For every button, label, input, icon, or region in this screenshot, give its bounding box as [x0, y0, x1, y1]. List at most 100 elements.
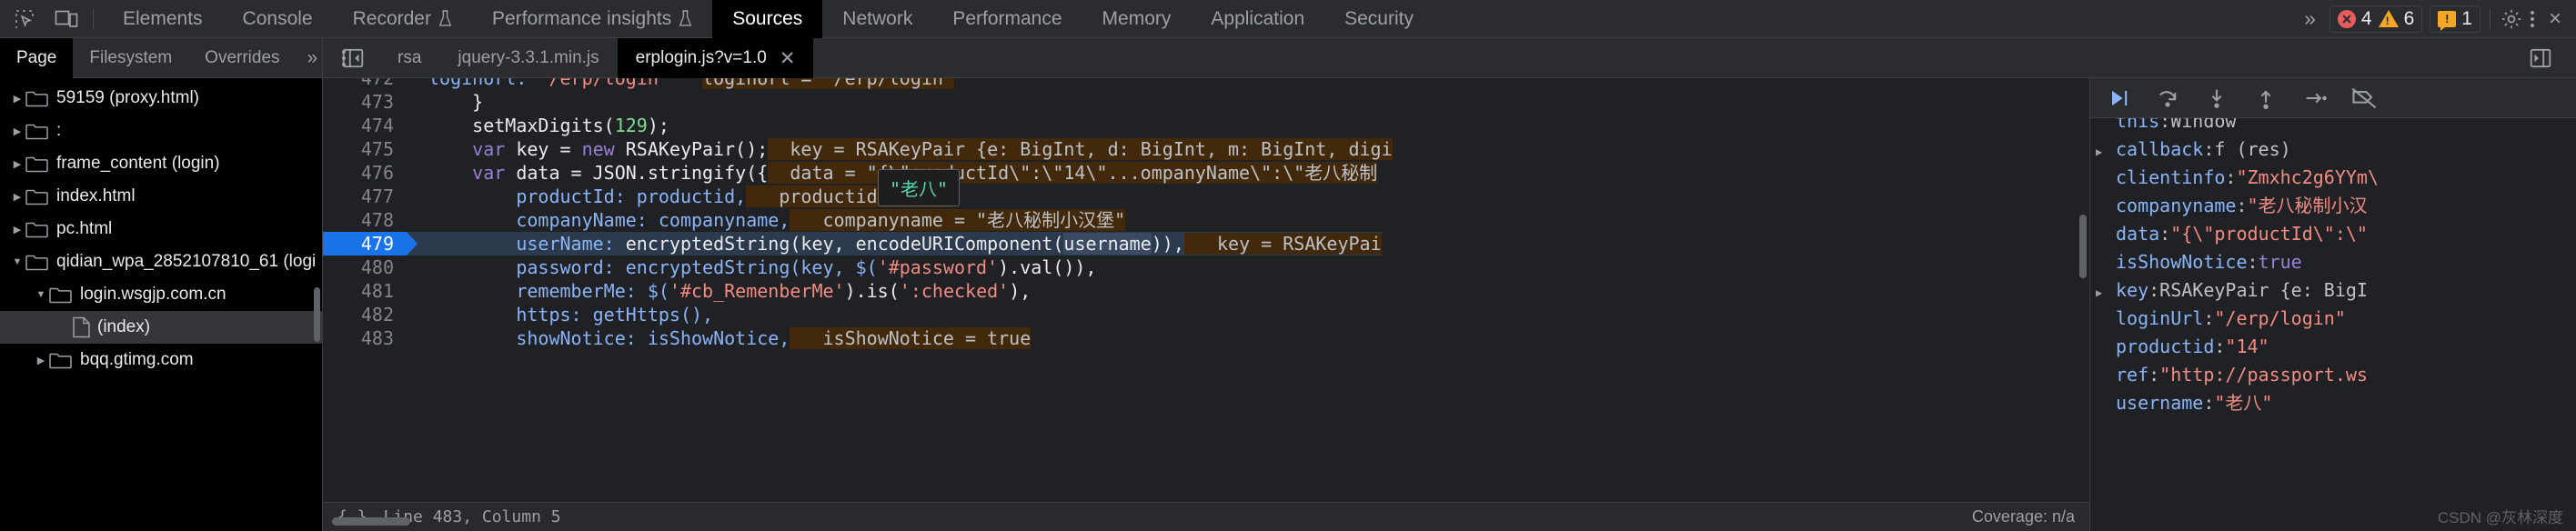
scope-row-data[interactable]: ▶data: "{\"productId\":\" — [2090, 220, 2576, 248]
close-icon[interactable]: × — [2541, 6, 2569, 32]
code-line-475[interactable]: 475 var key = new RSAKeyPair(); key = RS… — [323, 137, 2089, 161]
step-out-button[interactable] — [2241, 78, 2290, 118]
tree-item-0[interactable]: ▶ 59159 (proxy.html) — [0, 82, 322, 115]
line-number[interactable]: 482 — [323, 303, 407, 326]
chevron-right-icon[interactable]: ▶ — [9, 93, 25, 105]
editor-vertical-scrollbar[interactable] — [2079, 215, 2087, 278]
line-number[interactable]: 475 — [323, 137, 407, 161]
file-tab-erplogin[interactable]: erplogin.js?v=1.0 ✕ — [617, 38, 814, 78]
editor-horizontal-scrollbar[interactable] — [332, 517, 410, 526]
scope-row-key[interactable]: ▶ key: RSAKeyPair {e: BigI — [2090, 276, 2576, 305]
code-editor[interactable]: 472 loginUrl: "/erp/login" loginUrl = "/e… — [323, 78, 2089, 531]
line-number[interactable]: 472 — [323, 78, 407, 90]
chevron-down-icon[interactable]: ▼ — [9, 256, 25, 267]
collapse-sidebar-icon[interactable] — [323, 38, 379, 77]
step-button[interactable] — [2290, 78, 2340, 118]
scope-variables-list[interactable]: ▶this: Window▶callback: f (res)▶clientin… — [2090, 118, 2576, 531]
tab-console[interactable]: Console — [223, 0, 333, 38]
chevron-right-icon[interactable]: ▶ — [2096, 279, 2116, 307]
code-line-476[interactable]: 476 var data = JSON.stringify({ data = "… — [323, 161, 2089, 185]
code-line-479[interactable]: 479 userName: encryptedString(key, encod… — [323, 232, 2089, 255]
tree-item-5[interactable]: ▼ qidian_wpa_2852107810_61 (logi — [0, 245, 322, 278]
code-token: ), — [1009, 280, 1031, 302]
warning-badge[interactable]: 6 — [2378, 8, 2414, 30]
tab-elements[interactable]: Elements — [103, 0, 223, 38]
scope-row-username[interactable]: ▶username: "老八" — [2090, 389, 2576, 417]
error-warning-badges[interactable]: 4 6 — [2329, 5, 2423, 33]
device-toolbar-icon[interactable] — [55, 7, 78, 31]
line-number[interactable]: 483 — [323, 326, 407, 350]
code-line-481[interactable]: 481 rememberMe: $('#cb_RemenberMe').is('… — [323, 279, 2089, 303]
tab-sources[interactable]: Sources — [712, 0, 823, 38]
tree-item-1[interactable]: ▶: — [0, 115, 322, 147]
code-line-482[interactable]: 482 https: getHttps(), — [323, 303, 2089, 326]
line-number[interactable]: 479 — [323, 232, 418, 255]
step-into-button[interactable] — [2192, 78, 2241, 118]
tree-item-3[interactable]: ▶ index.html — [0, 180, 322, 213]
nav-more-tabs-icon[interactable]: » — [297, 38, 327, 78]
file-navigator-tree[interactable]: ▶ 59159 (proxy.html) ▶: ▶ frame_content (log… — [0, 78, 323, 531]
scope-row-loginUrl[interactable]: ▶loginUrl: "/erp/login" — [2090, 305, 2576, 333]
kebab-icon[interactable] — [2523, 10, 2541, 27]
code-line-474[interactable]: 474 setMaxDigits(129); — [323, 114, 2089, 137]
line-number[interactable]: 473 — [323, 90, 407, 114]
scope-row-isShowNotice[interactable]: ▶isShowNotice: true — [2090, 248, 2576, 276]
scope-row-companyname[interactable]: ▶companyname: "老八秘制小汉 — [2090, 192, 2576, 220]
code-lines[interactable]: 472 loginUrl: "/erp/login" loginUrl = "/e… — [323, 78, 2089, 502]
issues-badge[interactable]: ! 1 — [2438, 8, 2472, 31]
code-line-480[interactable]: 480 password: encryptedString(key, $('#p… — [323, 255, 2089, 279]
nav-tab-filesystem[interactable]: Filesystem — [73, 38, 188, 78]
tab-performance-insights[interactable]: Performance insights — [472, 0, 712, 38]
tab-memory[interactable]: Memory — [1082, 0, 1192, 38]
issues-badge-group[interactable]: ! 1 — [2430, 5, 2480, 33]
nav-tab-overrides[interactable]: Overrides — [188, 38, 296, 78]
chevron-right-icon[interactable]: ▶ — [9, 158, 25, 170]
chevron-right-icon[interactable]: ▶ — [2096, 138, 2116, 166]
navigator-scrollbar[interactable] — [314, 287, 320, 342]
line-number[interactable]: 476 — [323, 161, 407, 185]
scope-row-clientinfo[interactable]: ▶clientinfo: "Zmxhc2g6YYm\ — [2090, 164, 2576, 192]
file-tab-rsa[interactable]: rsa — [379, 38, 439, 78]
line-number[interactable]: 480 — [323, 255, 407, 279]
scope-row-productid[interactable]: ▶productid: "14" — [2090, 333, 2576, 361]
chevron-right-icon[interactable]: ▶ — [9, 191, 25, 203]
code-line-477[interactable]: 477 productId: productid, productid = "1… — [323, 185, 2089, 208]
line-number[interactable]: 474 — [323, 114, 407, 137]
scope-key: clientinfo — [2116, 166, 2226, 188]
code-line-483[interactable]: 483 showNotice: isShowNotice, isShowNoti… — [323, 326, 2089, 350]
show-navigator-icon[interactable] — [2511, 46, 2567, 70]
nav-tab-page[interactable]: Page — [0, 38, 74, 78]
line-number[interactable]: 478 — [323, 208, 407, 232]
deactivate-breakpoints-button[interactable] — [2340, 78, 2389, 118]
tree-item-2[interactable]: ▶ frame_content (login) — [0, 147, 322, 180]
line-number[interactable]: 481 — [323, 279, 407, 303]
step-over-button[interactable] — [2143, 78, 2192, 118]
scope-row-this[interactable]: ▶this: Window — [2090, 118, 2576, 135]
tree-item-4[interactable]: ▶ pc.html — [0, 213, 322, 245]
inspect-element-icon[interactable] — [13, 7, 36, 31]
tab-performance[interactable]: Performance — [932, 0, 1082, 38]
chevron-down-icon[interactable]: ▼ — [33, 289, 49, 300]
tree-item-6[interactable]: ▼ login.wsgjp.com.cn — [0, 278, 322, 311]
tab-application[interactable]: Application — [1191, 0, 1324, 38]
close-tab-icon[interactable]: ✕ — [780, 47, 796, 70]
file-tab-jquery[interactable]: jquery-3.3.1.min.js — [439, 38, 617, 78]
gear-icon[interactable] — [2500, 7, 2523, 31]
tab-recorder[interactable]: Recorder — [333, 0, 472, 38]
code-line-473[interactable]: 473 } — [323, 90, 2089, 114]
tree-item-8[interactable]: ▶ bqq.gtimg.com — [0, 344, 322, 376]
tab-network[interactable]: Network — [822, 0, 932, 38]
scope-row-callback[interactable]: ▶ callback: f (res) — [2090, 135, 2576, 164]
tree-item-7[interactable]: ▶(index) — [0, 311, 322, 344]
chevron-right-icon[interactable]: ▶ — [9, 125, 25, 137]
chevron-right-icon[interactable]: ▶ — [9, 224, 25, 235]
more-tabs-chevron-icon[interactable]: » — [2288, 6, 2329, 31]
resume-script-button[interactable] — [2094, 78, 2143, 118]
line-number[interactable]: 477 — [323, 185, 407, 208]
error-badge[interactable]: 4 — [2337, 8, 2372, 30]
code-line-472[interactable]: 472 loginUrl: "/erp/login" loginUrl = "/e… — [323, 78, 2089, 90]
scope-row-ref[interactable]: ▶ref: "http://passport.ws — [2090, 361, 2576, 389]
code-line-478[interactable]: 478 companyName: companyname, companynam… — [323, 208, 2089, 232]
chevron-right-icon[interactable]: ▶ — [33, 355, 49, 366]
tab-security[interactable]: Security — [1324, 0, 1434, 38]
